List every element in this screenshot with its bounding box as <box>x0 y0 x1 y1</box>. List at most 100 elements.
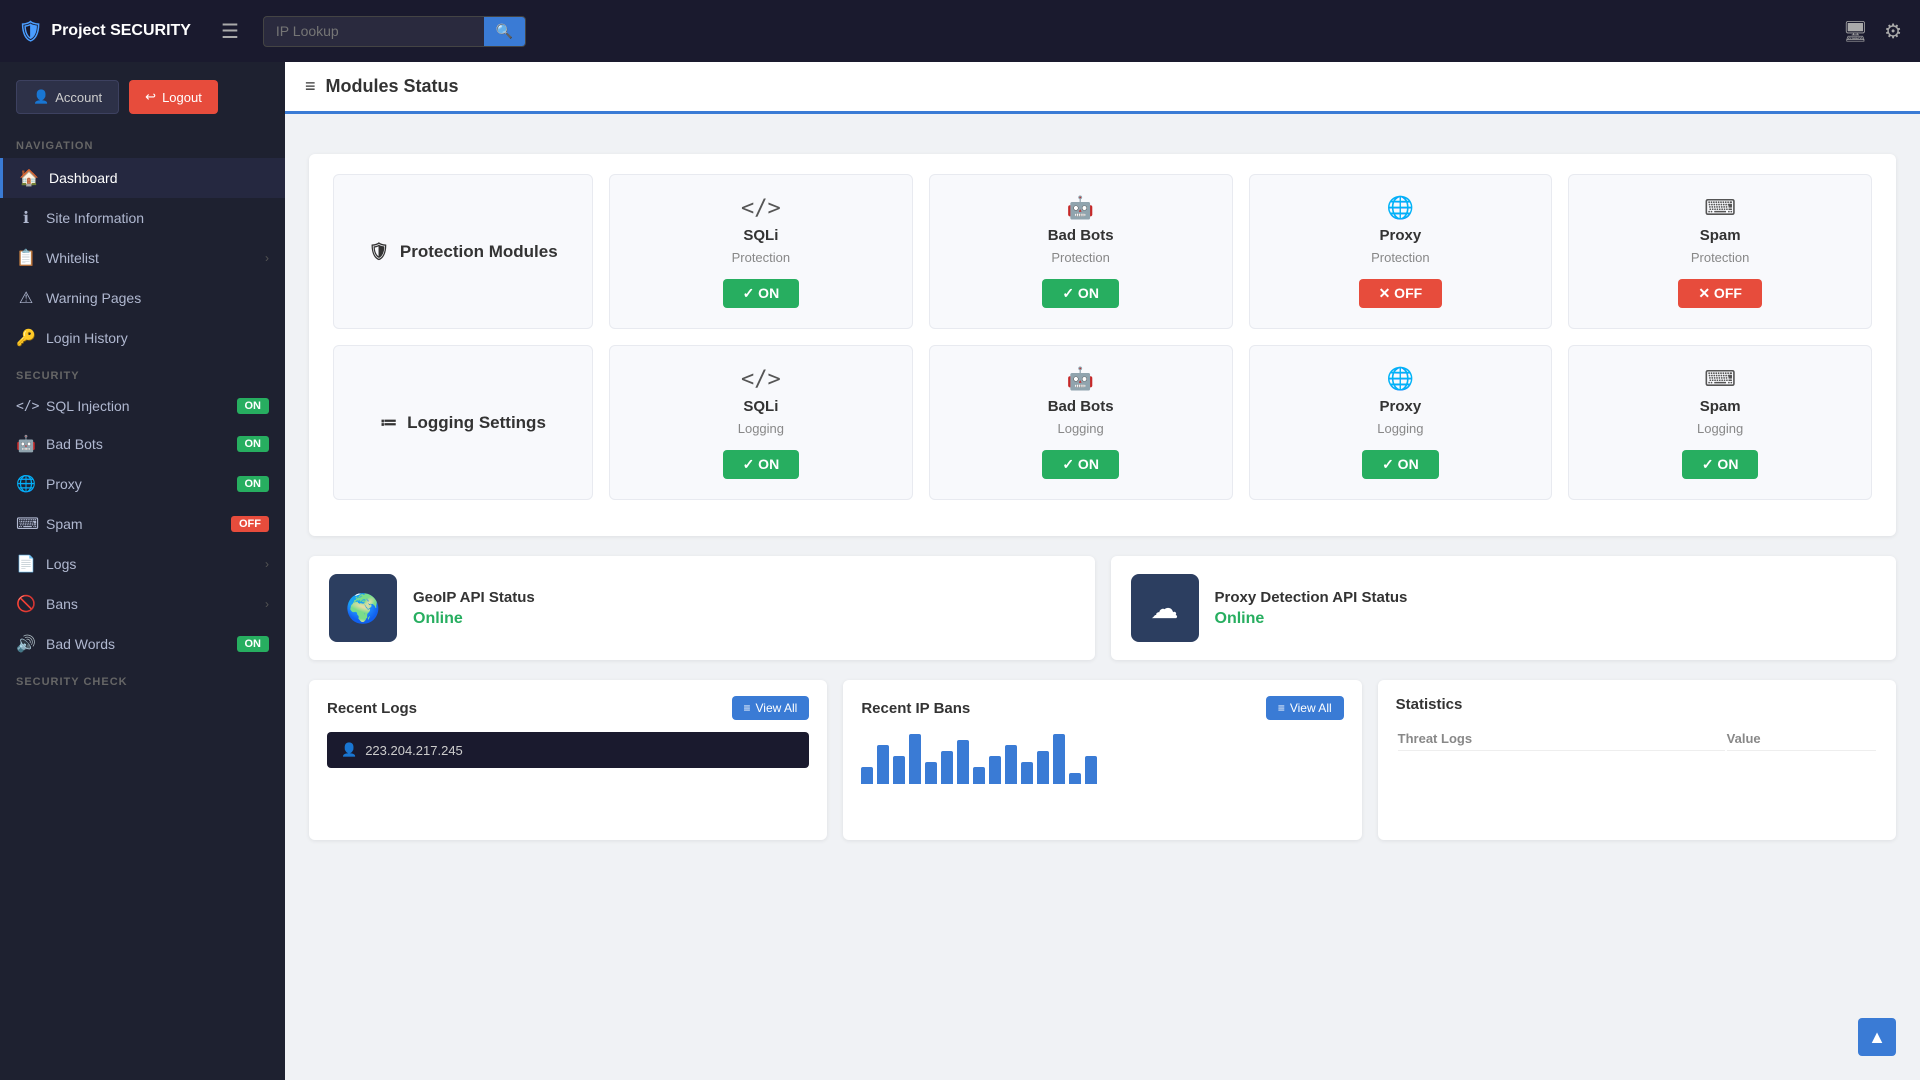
spam-protection-subtitle: Protection <box>1691 250 1750 265</box>
account-button[interactable]: 👤 Account <box>16 80 119 114</box>
sqli-logging-module: </> SQLi Logging ✓ ON <box>609 345 913 500</box>
spam-icon: ⌨ <box>16 514 36 534</box>
ip-ban-bar <box>1005 745 1017 784</box>
badbots-protection-title: Bad Bots <box>1048 227 1114 244</box>
search-button[interactable]: 🔍 <box>484 17 525 46</box>
monitor-icon-button[interactable]: 🖥 <box>1843 19 1868 44</box>
sidebar-item-label-warning-pages: Warning Pages <box>46 290 269 306</box>
sidebar-item-dashboard[interactable]: 🏠 Dashboard <box>0 158 285 198</box>
bad-words-badge: ON <box>237 636 270 652</box>
badbots-logging-subtitle: Logging <box>1057 421 1103 436</box>
scroll-back-button[interactable]: ▲ <box>1858 1018 1896 1056</box>
logging-modules-grid: ≔ Logging Settings </> SQLi Logging ✓ ON… <box>333 345 1872 500</box>
search-input[interactable] <box>264 17 484 45</box>
sqli-protection-icon: </> <box>741 196 781 221</box>
badbots-logging-title: Bad Bots <box>1048 398 1114 415</box>
security-check-section-label: SECURITY CHECK <box>0 664 285 694</box>
statistics-title: Statistics <box>1396 696 1463 713</box>
proxy-api-icon: ☁ <box>1131 574 1199 642</box>
sidebar-item-label-spam: Spam <box>46 516 221 532</box>
geoip-api-card: 🌍 GeoIP API Status Online <box>309 556 1095 660</box>
ip-ban-bar <box>877 745 889 784</box>
ip-ban-bar <box>941 751 953 784</box>
sidebar-item-bad-bots[interactable]: 🤖 Bad Bots ON <box>0 424 285 464</box>
proxy-api-status: Online <box>1215 610 1408 628</box>
recent-ip-bans-view-all-button[interactable]: ≡ View All <box>1266 696 1344 720</box>
menu-toggle-button[interactable]: ☰ <box>221 19 239 44</box>
view-all-list-icon: ≡ <box>744 701 751 715</box>
proxy-api-info: Proxy Detection API Status Online <box>1215 589 1408 628</box>
recent-log-item: 👤 223.204.217.245 <box>327 732 809 768</box>
log-item-ip: 223.204.217.245 <box>365 743 463 758</box>
protection-modules-label-card: 🛡 Protection Modules <box>333 174 593 329</box>
protection-icon: 🛡 <box>368 242 390 262</box>
proxy-badge: ON <box>237 476 270 492</box>
sidebar-item-whitelist[interactable]: 📋 Whitelist › <box>0 238 285 278</box>
nav-section-label: NAVIGATION <box>0 128 285 158</box>
sidebar-item-label-whitelist: Whitelist <box>46 250 255 266</box>
stats-col-value: Value <box>1727 727 1876 751</box>
spam-badge: OFF <box>231 516 269 532</box>
badbots-logging-toggle[interactable]: ✓ ON <box>1042 450 1119 479</box>
spam-logging-subtitle: Logging <box>1697 421 1743 436</box>
account-icon: 👤 <box>33 89 49 105</box>
badbots-protection-subtitle: Protection <box>1051 250 1110 265</box>
logs-icon: 📄 <box>16 554 36 574</box>
sidebar-item-login-history[interactable]: 🔑 Login History <box>0 318 285 358</box>
logs-arrow-icon: › <box>265 557 269 571</box>
ip-ban-chart <box>861 732 1343 792</box>
sidebar-item-label-proxy: Proxy <box>46 476 227 492</box>
sidebar-item-site-information[interactable]: ℹ Site Information <box>0 198 285 238</box>
sidebar-item-spam[interactable]: ⌨ Spam OFF <box>0 504 285 544</box>
settings-icon-button[interactable]: ⚙ <box>1884 19 1902 44</box>
protection-modules-card: 🛡 Protection Modules </> SQLi Protection… <box>309 154 1896 536</box>
search-bar: 🔍 <box>263 16 526 47</box>
modules-status-title: Modules Status <box>326 76 459 97</box>
ip-ban-bar <box>1053 734 1065 784</box>
sidebar-item-label-login-history: Login History <box>46 330 269 346</box>
security-section-label: SECURITY <box>0 358 285 388</box>
bottom-row: Recent Logs ≡ View All 👤 223.204.217.245 <box>309 680 1896 840</box>
bad-bots-badge: ON <box>237 436 270 452</box>
recent-logs-view-all-button[interactable]: ≡ View All <box>732 696 810 720</box>
recent-logs-card: Recent Logs ≡ View All 👤 223.204.217.245 <box>309 680 827 840</box>
sidebar-item-warning-pages[interactable]: ⚠ Warning Pages <box>0 278 285 318</box>
sidebar-item-bans[interactable]: 🚫 Bans › <box>0 584 285 624</box>
site-info-icon: ℹ <box>16 208 36 228</box>
logout-label: Logout <box>162 90 202 105</box>
sidebar-item-proxy[interactable]: 🌐 Proxy ON <box>0 464 285 504</box>
spam-logging-icon: ⌨ <box>1704 366 1736 392</box>
spam-protection-toggle[interactable]: ✕ OFF <box>1678 279 1762 308</box>
sidebar-item-logs[interactable]: 📄 Logs › <box>0 544 285 584</box>
badbots-protection-toggle[interactable]: ✓ ON <box>1042 279 1119 308</box>
ip-ban-bar <box>989 756 1001 784</box>
geoip-api-info: GeoIP API Status Online <box>413 589 535 628</box>
sqli-protection-toggle[interactable]: ✓ ON <box>723 279 800 308</box>
spam-logging-title: Spam <box>1700 398 1741 415</box>
account-label: Account <box>55 90 102 105</box>
recent-logs-view-all-label: View All <box>756 701 798 715</box>
sql-injection-icon: </> <box>16 399 36 414</box>
spam-logging-module: ⌨ Spam Logging ✓ ON <box>1568 345 1872 500</box>
dashboard-icon: 🏠 <box>19 168 39 188</box>
spam-logging-toggle[interactable]: ✓ ON <box>1682 450 1759 479</box>
proxy-api-card: ☁ Proxy Detection API Status Online <box>1111 556 1897 660</box>
sidebar-item-bad-words[interactable]: 🔊 Bad Words ON <box>0 624 285 664</box>
proxy-logging-toggle[interactable]: ✓ ON <box>1362 450 1439 479</box>
sidebar-item-label-bad-words: Bad Words <box>46 636 227 652</box>
sidebar: 👤 Account ↩ Logout NAVIGATION 🏠 Dashboar… <box>0 62 285 1080</box>
ip-ban-bar <box>1085 756 1097 784</box>
badbots-logging-module: 🤖 Bad Bots Logging ✓ ON <box>929 345 1233 500</box>
recent-ip-bans-title: Recent IP Bans <box>861 700 970 717</box>
spam-protection-icon: ⌨ <box>1704 195 1736 221</box>
ip-bans-view-all-list-icon: ≡ <box>1278 701 1285 715</box>
topbar: 🛡 Project SECURITY ☰ 🔍 🖥 ⚙ <box>0 0 1920 62</box>
login-history-icon: 🔑 <box>16 328 36 348</box>
logout-button[interactable]: ↩ Logout <box>129 80 218 114</box>
sqli-logging-toggle[interactable]: ✓ ON <box>723 450 800 479</box>
proxy-protection-toggle[interactable]: ✕ OFF <box>1359 279 1443 308</box>
protection-modules-label: Protection Modules <box>400 242 558 262</box>
geoip-api-status: Online <box>413 610 535 628</box>
badbots-protection-icon: 🤖 <box>1067 195 1094 221</box>
sidebar-item-sql-injection[interactable]: </> SQL Injection ON <box>0 388 285 424</box>
